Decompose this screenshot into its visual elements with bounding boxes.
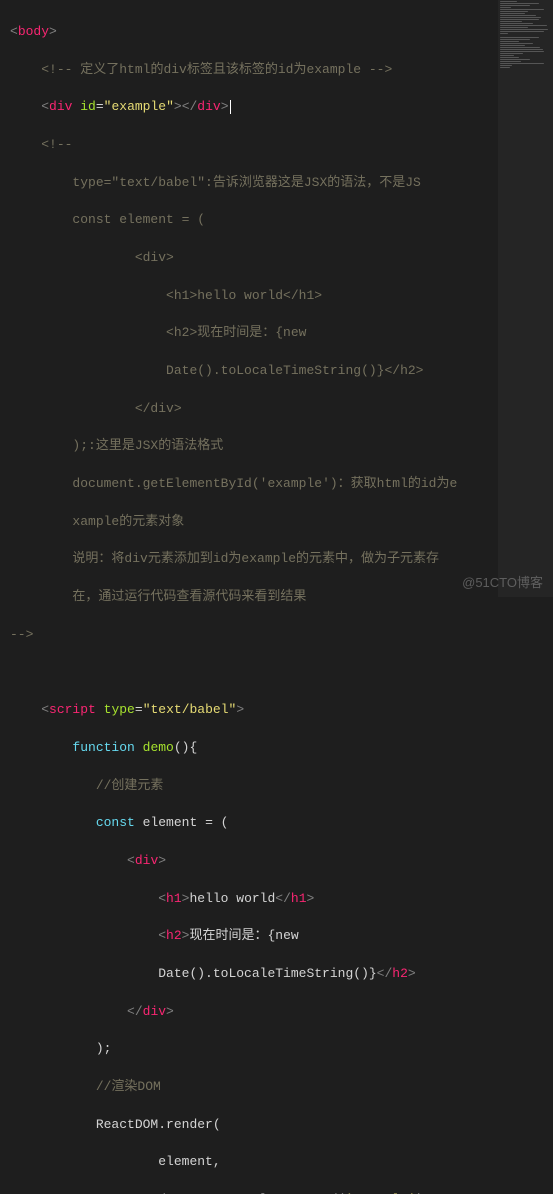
comment-line: //渲染DOM — [96, 1079, 161, 1094]
jsx-tag: div — [143, 1004, 166, 1019]
tag-body: body — [18, 24, 49, 39]
string: "example" — [104, 99, 174, 114]
comment-line: <div> — [41, 250, 174, 265]
minimap[interactable] — [498, 0, 553, 597]
keyword-function: function — [72, 740, 134, 755]
code-editor[interactable]: <body> <!-- 定义了html的div标签且该标签的id为example… — [0, 0, 553, 1194]
comment-line: const element = ( — [41, 212, 205, 227]
tag-div: div — [49, 99, 72, 114]
watermark: @51CTO博客 — [462, 572, 543, 591]
comment-line: <h1>hello world</h1> — [41, 288, 322, 303]
jsx-tag: h2 — [166, 928, 182, 943]
keyword-const: const — [96, 815, 135, 830]
tag-script: script — [49, 702, 96, 717]
cursor — [230, 100, 231, 114]
comment-line: );:这里是JSX的语法格式 — [41, 438, 223, 453]
code-line: element, — [158, 1154, 220, 1169]
comment-line: <!-- 定义了html的div标签且该标签的id为example --> — [41, 62, 392, 77]
code-line: ReactDOM.render( — [96, 1117, 221, 1132]
string: 'example' — [345, 1192, 415, 1194]
jsx-tag: h1 — [166, 891, 182, 906]
comment-line: document.getElementById('example')：获取htm… — [41, 476, 457, 491]
attr-id: id — [80, 99, 96, 114]
bracket: < — [41, 99, 49, 114]
string: "text/babel" — [143, 702, 237, 717]
comment-open: <!-- — [41, 137, 72, 152]
comment-line: type="text/babel":告诉浏览器这是JSX的语法，不是JS — [41, 175, 421, 190]
jsx-tag: div — [135, 853, 158, 868]
comment-close: --> — [10, 627, 33, 642]
attr-type: type — [104, 702, 135, 717]
comment-line: xample的元素对象 — [41, 514, 184, 529]
comment-line: </div> — [41, 401, 181, 416]
comment-line: //创建元素 — [96, 778, 164, 793]
comment-line: Date().toLocaleTimeString()}</h2> — [41, 363, 423, 378]
comment-line: 说明：将div元素添加到id为example的元素中，做为子元素存 — [41, 551, 439, 566]
function-name: demo — [143, 740, 174, 755]
comment-line: <h2>现在时间是：{new — [41, 325, 306, 340]
